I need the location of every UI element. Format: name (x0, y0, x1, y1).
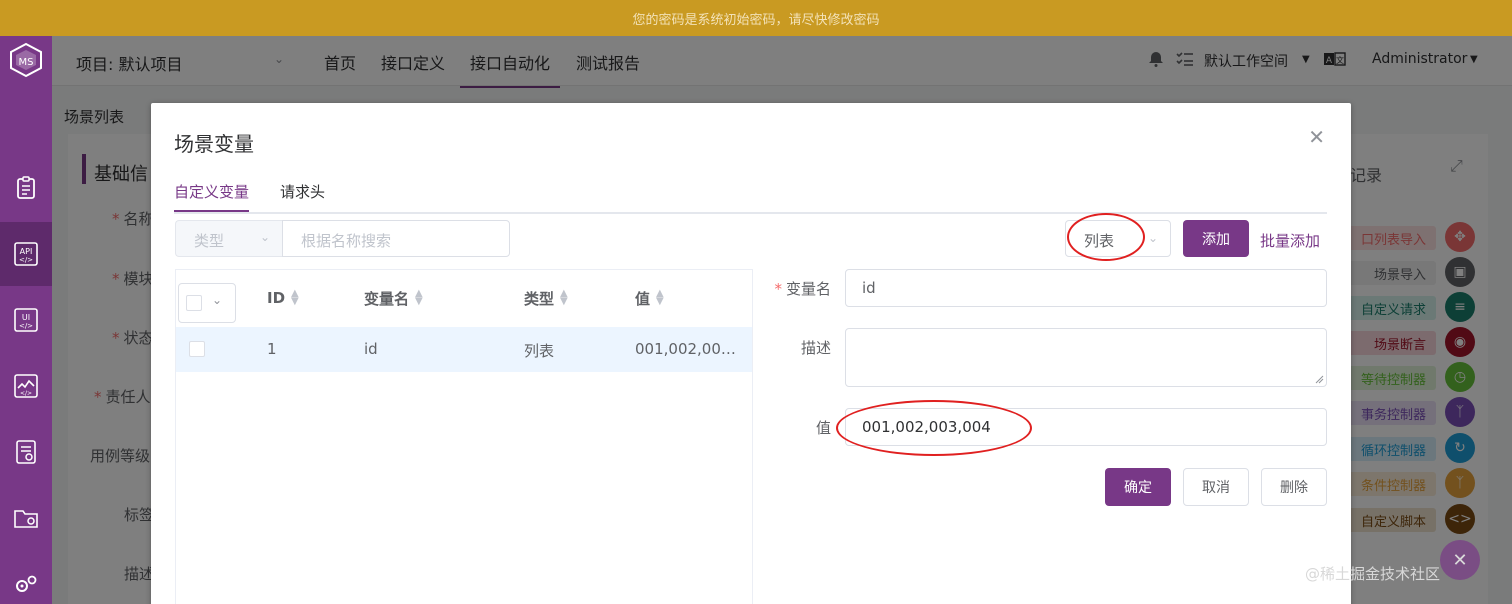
password-warning-banner: 您的密码是系统初始密码，请尽快修改密码 (0, 0, 1512, 36)
tab-request-headers[interactable]: 请求头 (280, 181, 325, 210)
tab-custom-variables[interactable]: 自定义变量 (174, 181, 250, 212)
cell-name: id (364, 340, 378, 358)
variable-type-select[interactable]: 类型 ⌄ (175, 220, 282, 257)
scenario-variables-dialog: 场景变量 ✕ 自定义变量 请求头 类型 ⌄ 根据名称搜索 列表 ⌄ 添加 批量添… (151, 103, 1351, 604)
column-header-type[interactable]: 类型 ▲ ▼ (524, 270, 568, 326)
column-header-name[interactable]: 变量名 ▲ ▼ (364, 270, 423, 326)
sort-icon[interactable]: ▲ ▼ (560, 289, 568, 307)
svg-text:MS: MS (19, 57, 34, 68)
cancel-button[interactable]: 取消 (1183, 468, 1249, 506)
column-header-value[interactable]: 值 ▲ ▼ (635, 270, 664, 326)
delete-button[interactable]: 删除 (1261, 468, 1327, 506)
app-root: 您的密码是系统初始密码，请尽快修改密码 MS API </> UI </> </> (0, 0, 1512, 604)
sort-icon[interactable]: ▲ ▼ (415, 289, 423, 307)
svg-text:</>: </> (19, 256, 33, 264)
sort-icon[interactable]: ▲ ▼ (656, 289, 664, 307)
batch-add-link[interactable]: 批量添加 (1260, 230, 1320, 251)
nav-project-icon[interactable] (0, 486, 52, 550)
column-header-id[interactable]: ID ▲ ▼ (267, 270, 299, 326)
select-all-checkbox[interactable] (186, 295, 202, 311)
svg-text:</>: </> (19, 322, 33, 330)
dialog-tabs: 自定义变量 请求头 (174, 181, 1327, 214)
label-description: 描述 (800, 339, 831, 357)
annotation-circle (1067, 213, 1145, 261)
label-value: 值 (815, 419, 831, 437)
close-icon[interactable]: ✕ (1308, 127, 1325, 147)
chevron-down-icon: ⌄ (259, 230, 270, 244)
nav-api-icon[interactable]: API </> (0, 222, 52, 286)
nav-report-icon[interactable] (0, 420, 52, 484)
left-rail: MS API </> UI </> </> (0, 36, 52, 604)
svg-text:API: API (20, 247, 33, 256)
nav-settings-icon[interactable] (0, 552, 52, 604)
cell-type: 列表 (524, 342, 555, 360)
description-textarea[interactable] (845, 328, 1327, 387)
svg-text:</>: </> (20, 390, 32, 397)
add-button[interactable]: 添加 (1183, 220, 1249, 257)
select-all-dropdown[interactable]: ⌄ (178, 283, 236, 323)
close-palette-icon[interactable]: ✕ (1440, 540, 1480, 580)
cell-id: 1 (267, 340, 277, 358)
variable-search-input[interactable]: 根据名称搜索 (282, 220, 510, 257)
nav-track-icon[interactable] (0, 156, 52, 220)
variable-name-input[interactable]: id (845, 269, 1327, 307)
table-row[interactable]: 1 id 列表 001,002,00… (176, 327, 752, 372)
sort-icon[interactable]: ▲ ▼ (291, 289, 299, 307)
variables-table: ⌄ ID ▲ ▼ 变量名 ▲ ▼ 类型 ▲ ▼ 值 ▲ ▼ 1 id 列表 001,002,00… (175, 269, 753, 604)
resize-handle-icon[interactable] (1314, 374, 1324, 384)
row-checkbox[interactable] (189, 341, 205, 357)
nav-ui-icon[interactable]: UI </> (0, 288, 52, 352)
annotation-circle (836, 400, 1032, 456)
chevron-down-icon[interactable]: ⌄ (212, 293, 222, 307)
app-logo-icon: MS (10, 42, 42, 78)
label-variable-name: * 变量名 (774, 280, 831, 298)
nav-performance-icon[interactable]: </> (0, 354, 52, 418)
watermark: @稀土掘金技术社区 (1305, 565, 1441, 583)
confirm-button[interactable]: 确定 (1105, 468, 1171, 506)
chevron-down-icon: ⌄ (1147, 231, 1158, 245)
dialog-title: 场景变量 (174, 132, 254, 156)
svg-text:UI: UI (22, 313, 30, 322)
cell-value: 001,002,00… (635, 340, 736, 358)
